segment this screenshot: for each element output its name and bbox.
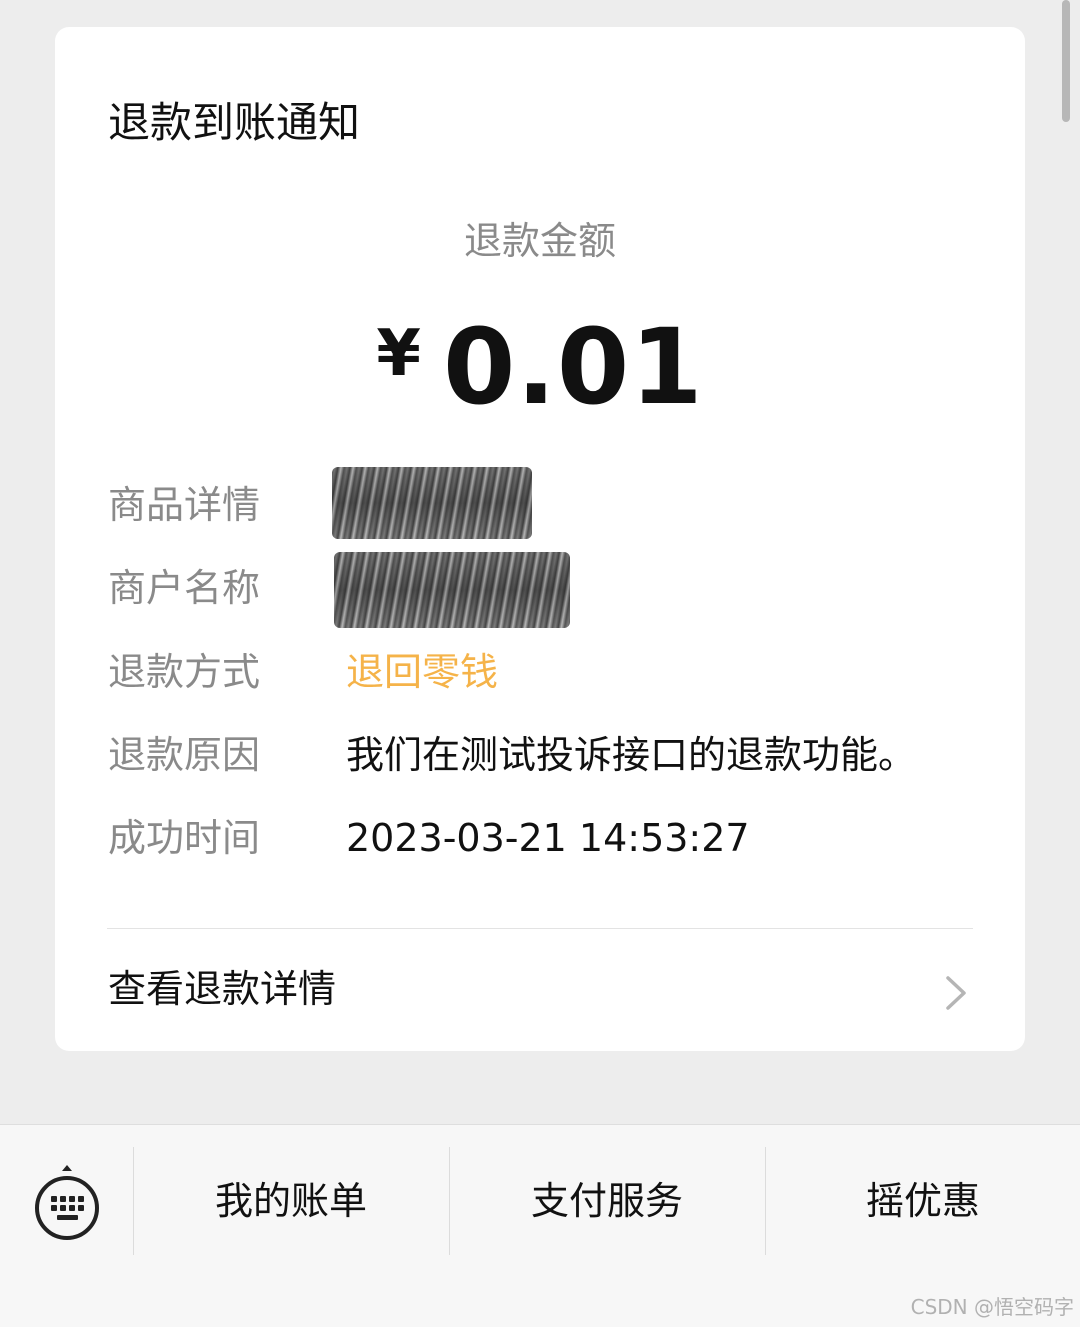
menu-my-bills[interactable]: 我的账单 (134, 1125, 448, 1277)
row-product-detail: 商品详情 (108, 467, 988, 539)
chevron-right-icon (946, 976, 966, 1010)
scrollbar[interactable] (1062, 0, 1070, 122)
keyboard-icon (35, 1165, 99, 1240)
view-refund-details-label: 查看退款详情 (108, 967, 337, 1011)
redacted-merchant-name (334, 552, 570, 628)
refund-notification-card: 退款到账通知 退款金额 ¥0.01 商品详情 商户名称 退款方式 退回零钱 退款… (55, 27, 1025, 1051)
refund-amount: ¥0.01 (55, 307, 1025, 427)
success-time-label: 成功时间 (108, 816, 261, 860)
row-success-time: 成功时间 2023-03-21 14:53:27 (108, 810, 988, 866)
refund-reason-value: 我们在测试投诉接口的退款功能。 (346, 733, 917, 777)
view-refund-details-link[interactable]: 查看退款详情 (55, 929, 1025, 1051)
product-detail-label: 商品详情 (108, 483, 261, 527)
menu-shake-offers[interactable]: 摇优惠 (766, 1125, 1080, 1277)
amount-value: 0.01 (442, 306, 704, 428)
keyboard-toggle-button[interactable] (0, 1125, 133, 1285)
redacted-product-detail (332, 467, 532, 539)
row-refund-reason: 退款原因 我们在测试投诉接口的退款功能。 (108, 727, 988, 783)
row-merchant-name: 商户名称 (108, 552, 988, 628)
card-title: 退款到账通知 (108, 98, 361, 147)
refund-reason-label: 退款原因 (108, 733, 261, 777)
refund-method-value: 退回零钱 (346, 650, 499, 694)
menu-payment-services[interactable]: 支付服务 (450, 1125, 764, 1277)
amount-label: 退款金额 (463, 219, 616, 263)
currency-symbol: ¥ (376, 317, 421, 391)
row-refund-method: 退款方式 退回零钱 (108, 644, 988, 700)
refund-method-label: 退款方式 (108, 650, 261, 694)
watermark: CSDN @悟空码字 (910, 1295, 1074, 1319)
success-time-value: 2023-03-21 14:53:27 (346, 816, 750, 860)
merchant-name-label: 商户名称 (108, 566, 261, 610)
